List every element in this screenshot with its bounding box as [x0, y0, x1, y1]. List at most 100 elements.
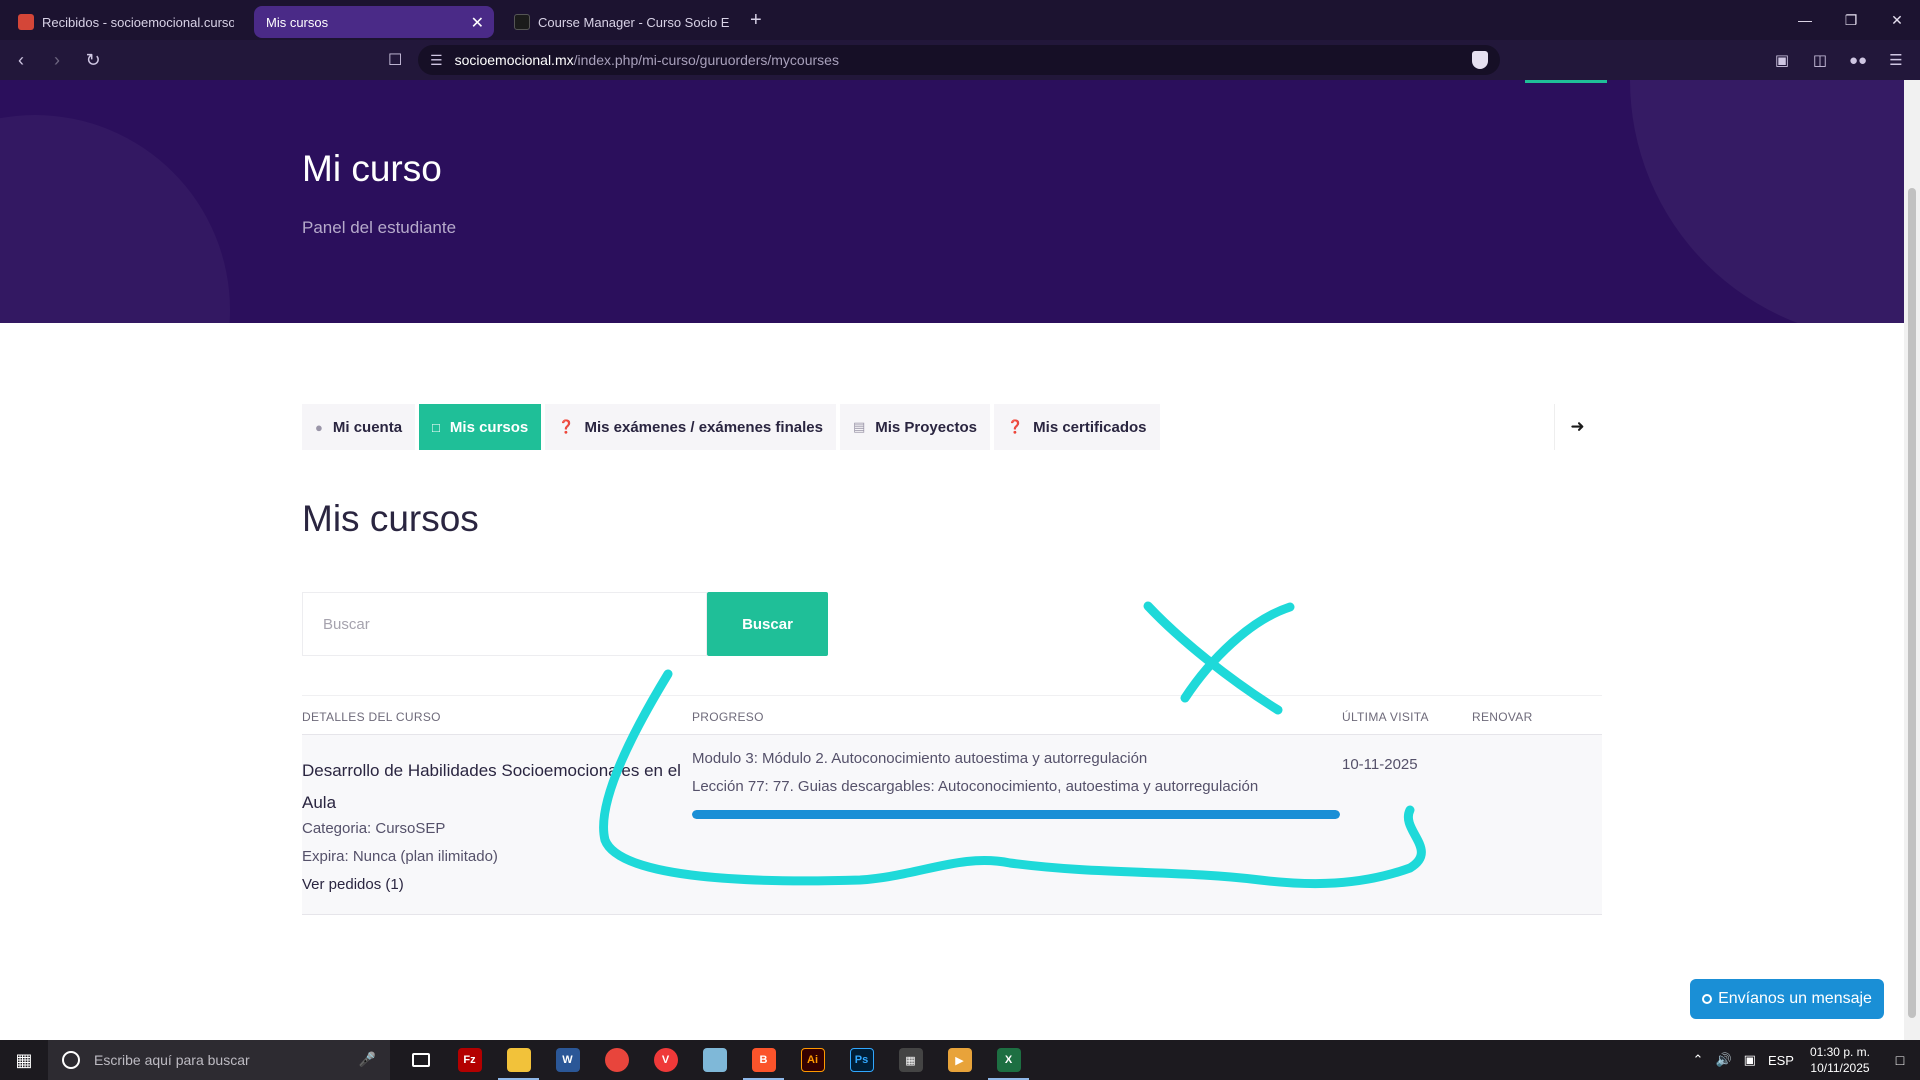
url-path: /index.php/mi-curso/guruorders/mycourses: [573, 52, 839, 68]
file-explorer-icon[interactable]: [494, 1040, 543, 1080]
illustrator-icon[interactable]: Ai: [788, 1040, 837, 1080]
menu-icon[interactable]: ☰: [1882, 46, 1910, 74]
tab-title: Recibidos - socioemocional.curso2025: [42, 14, 234, 30]
header-details: DETALLES DEL CURSO: [302, 710, 441, 724]
back-icon[interactable]: ‹: [6, 45, 36, 75]
hero-decoration: [0, 115, 230, 323]
tab-label: Mis exámenes / exámenes finales: [584, 418, 823, 436]
restore-icon[interactable]: ❐: [1828, 0, 1874, 40]
url-host: socioemocional.mx: [454, 52, 574, 68]
progress-bar-fill: [692, 810, 1340, 819]
tab-mis-examenes[interactable]: ❓ Mis exámenes / exámenes finales: [545, 404, 836, 450]
taskbar-search-placeholder: Escribe aquí para buscar: [94, 1052, 250, 1068]
network-icon[interactable]: ▣: [1744, 1052, 1756, 1068]
forward-icon[interactable]: ›: [42, 45, 72, 75]
close-window-icon[interactable]: ✕: [1874, 0, 1920, 40]
table-row: Desarrollo de Habilidades Socioemocional…: [302, 735, 1602, 915]
tab-label: Mis Proyectos: [875, 418, 977, 436]
header-progress: PROGRESO: [692, 710, 764, 724]
tab-label: Mis certificados: [1033, 418, 1147, 436]
course-expires: Expira: Nunca (plan ilimitado): [302, 848, 498, 865]
hero-accent-line: [1525, 80, 1607, 83]
tab-title: Course Manager - Curso Socio Emocional: [538, 14, 730, 30]
task-view-icon[interactable]: [396, 1040, 445, 1080]
tab-label: Mi cuenta: [332, 418, 403, 436]
scrollbar-thumb[interactable]: [1908, 188, 1916, 1018]
tab-mis-proyectos[interactable]: ▤ Mis Proyectos: [839, 404, 990, 450]
chat-button-label: Envíanos un mensaje: [1718, 990, 1872, 1007]
browser-tab-mis-cursos[interactable]: Mis cursos ✕: [254, 6, 494, 38]
calculator-icon[interactable]: ▦: [886, 1040, 935, 1080]
annotation-x-stroke: [1180, 602, 1295, 703]
gmail-icon: [18, 14, 34, 30]
photoshop-icon[interactable]: Ps: [837, 1040, 886, 1080]
media-player-icon[interactable]: ▶: [935, 1040, 984, 1080]
file-icon: ▤: [852, 419, 866, 434]
logout-button[interactable]: ➜: [1554, 404, 1600, 450]
section-title: Mis cursos: [302, 498, 479, 539]
notifications-icon[interactable]: □: [1880, 1052, 1920, 1068]
language-indicator[interactable]: ESP: [1768, 1053, 1794, 1068]
tab-mis-certificados[interactable]: ❓ Mis certificados: [993, 404, 1160, 450]
course-title[interactable]: Desarrollo de Habilidades Socioemocional…: [302, 755, 692, 819]
chat-icon: [1702, 994, 1713, 1004]
toolbar-actions: ▣ ◫ ●● ☰: [1768, 46, 1910, 74]
browser-toolbar: ‹ › ↻ ☐ ☰ socioemocional.mx /index.php/m…: [0, 40, 1920, 80]
progress-bar: [692, 810, 1340, 819]
taskbar-apps: Fz W V B Ai Ps ▦ ▶ X: [396, 1040, 1033, 1080]
window-controls: — ❐ ✕: [1782, 0, 1920, 40]
clock[interactable]: 01:30 p. m. 10/11/2025: [1810, 1044, 1870, 1076]
site-settings-icon[interactable]: ☰: [430, 52, 443, 69]
screenshot-icon[interactable]: ▣: [1768, 46, 1796, 74]
logout-icon: ➜: [1570, 417, 1585, 436]
extension-icon[interactable]: ●●: [1844, 46, 1872, 74]
notepad-icon[interactable]: [690, 1040, 739, 1080]
sidebar-icon[interactable]: ◫: [1806, 46, 1834, 74]
clock-time: 01:30 p. m.: [1809, 1045, 1870, 1059]
filezilla-icon[interactable]: Fz: [445, 1040, 494, 1080]
hero-subtitle: Panel del estudiante: [302, 218, 457, 237]
progress-module: Modulo 3: Módulo 2. Autoconocimiento aut…: [692, 750, 1148, 767]
taskbar: ▦ Escribe aquí para buscar 🎤 Fz W V B Ai…: [0, 1040, 1920, 1080]
vivaldi-icon[interactable]: V: [641, 1040, 690, 1080]
page-scrollbar[interactable]: [1904, 80, 1920, 1040]
close-tab-icon[interactable]: ✕: [471, 13, 484, 33]
browser-tab-course-manager[interactable]: Course Manager - Curso Socio Emocional: [502, 6, 742, 38]
view-orders-link[interactable]: Ver pedidos (1): [302, 876, 404, 893]
brave-icon[interactable]: B: [739, 1040, 788, 1080]
windows-start-icon[interactable]: ▦: [0, 1040, 48, 1080]
table-header: DETALLES DEL CURSO PROGRESO ÚLTIMA VISIT…: [302, 695, 1602, 735]
brave-shield-icon[interactable]: [1472, 51, 1488, 69]
chevron-up-icon[interactable]: ⌃: [1693, 1052, 1704, 1068]
system-tray: ⌃ 🔊 ▣ ESP 01:30 p. m. 10/11/2025 □: [1687, 1040, 1920, 1080]
tab-mi-cuenta[interactable]: ● Mi cuenta: [302, 404, 416, 450]
hero-decoration: [1630, 80, 1904, 323]
course-category: Categoria: CursoSEP: [302, 820, 446, 837]
tab-mis-cursos[interactable]: □ Mis cursos: [419, 404, 542, 450]
word-icon[interactable]: W: [543, 1040, 592, 1080]
taskbar-search[interactable]: Escribe aquí para buscar 🎤: [48, 1040, 390, 1080]
search-button[interactable]: Buscar: [707, 592, 828, 656]
new-tab-button[interactable]: +: [750, 9, 762, 32]
hero-title: Mi curso: [302, 148, 442, 189]
account-tabs: ● Mi cuenta □ Mis cursos ❓ Mis exámenes …: [302, 404, 1160, 450]
chrome-icon[interactable]: [592, 1040, 641, 1080]
chat-button[interactable]: Envíanos un mensaje: [1690, 979, 1884, 1019]
bookmark-icon[interactable]: ☐: [388, 50, 402, 70]
minimize-icon[interactable]: —: [1782, 0, 1828, 40]
header-renew: RENOVAR: [1472, 710, 1533, 724]
microphone-icon[interactable]: 🎤: [359, 1051, 376, 1068]
address-bar[interactable]: ☰ socioemocional.mx /index.php/mi-curso/…: [418, 45, 1500, 75]
search-input[interactable]: [302, 592, 707, 656]
hero-banner: Mi curso Panel del estudiante: [0, 80, 1904, 323]
tab-title: Mis cursos: [266, 14, 329, 30]
courses-table: DETALLES DEL CURSO PROGRESO ÚLTIMA VISIT…: [302, 695, 1602, 915]
document-icon: □: [432, 419, 440, 435]
last-visit-date: 10-11-2025: [1342, 756, 1418, 773]
help-circle-icon: ❓: [1006, 419, 1024, 434]
excel-icon[interactable]: X: [984, 1040, 1033, 1080]
reload-icon[interactable]: ↻: [78, 45, 108, 75]
browser-tab-gmail[interactable]: Recibidos - socioemocional.curso2025: [6, 6, 246, 38]
browser-tab-bar: Recibidos - socioemocional.curso2025 Mis…: [0, 0, 1920, 40]
volume-icon[interactable]: 🔊: [1715, 1052, 1731, 1068]
